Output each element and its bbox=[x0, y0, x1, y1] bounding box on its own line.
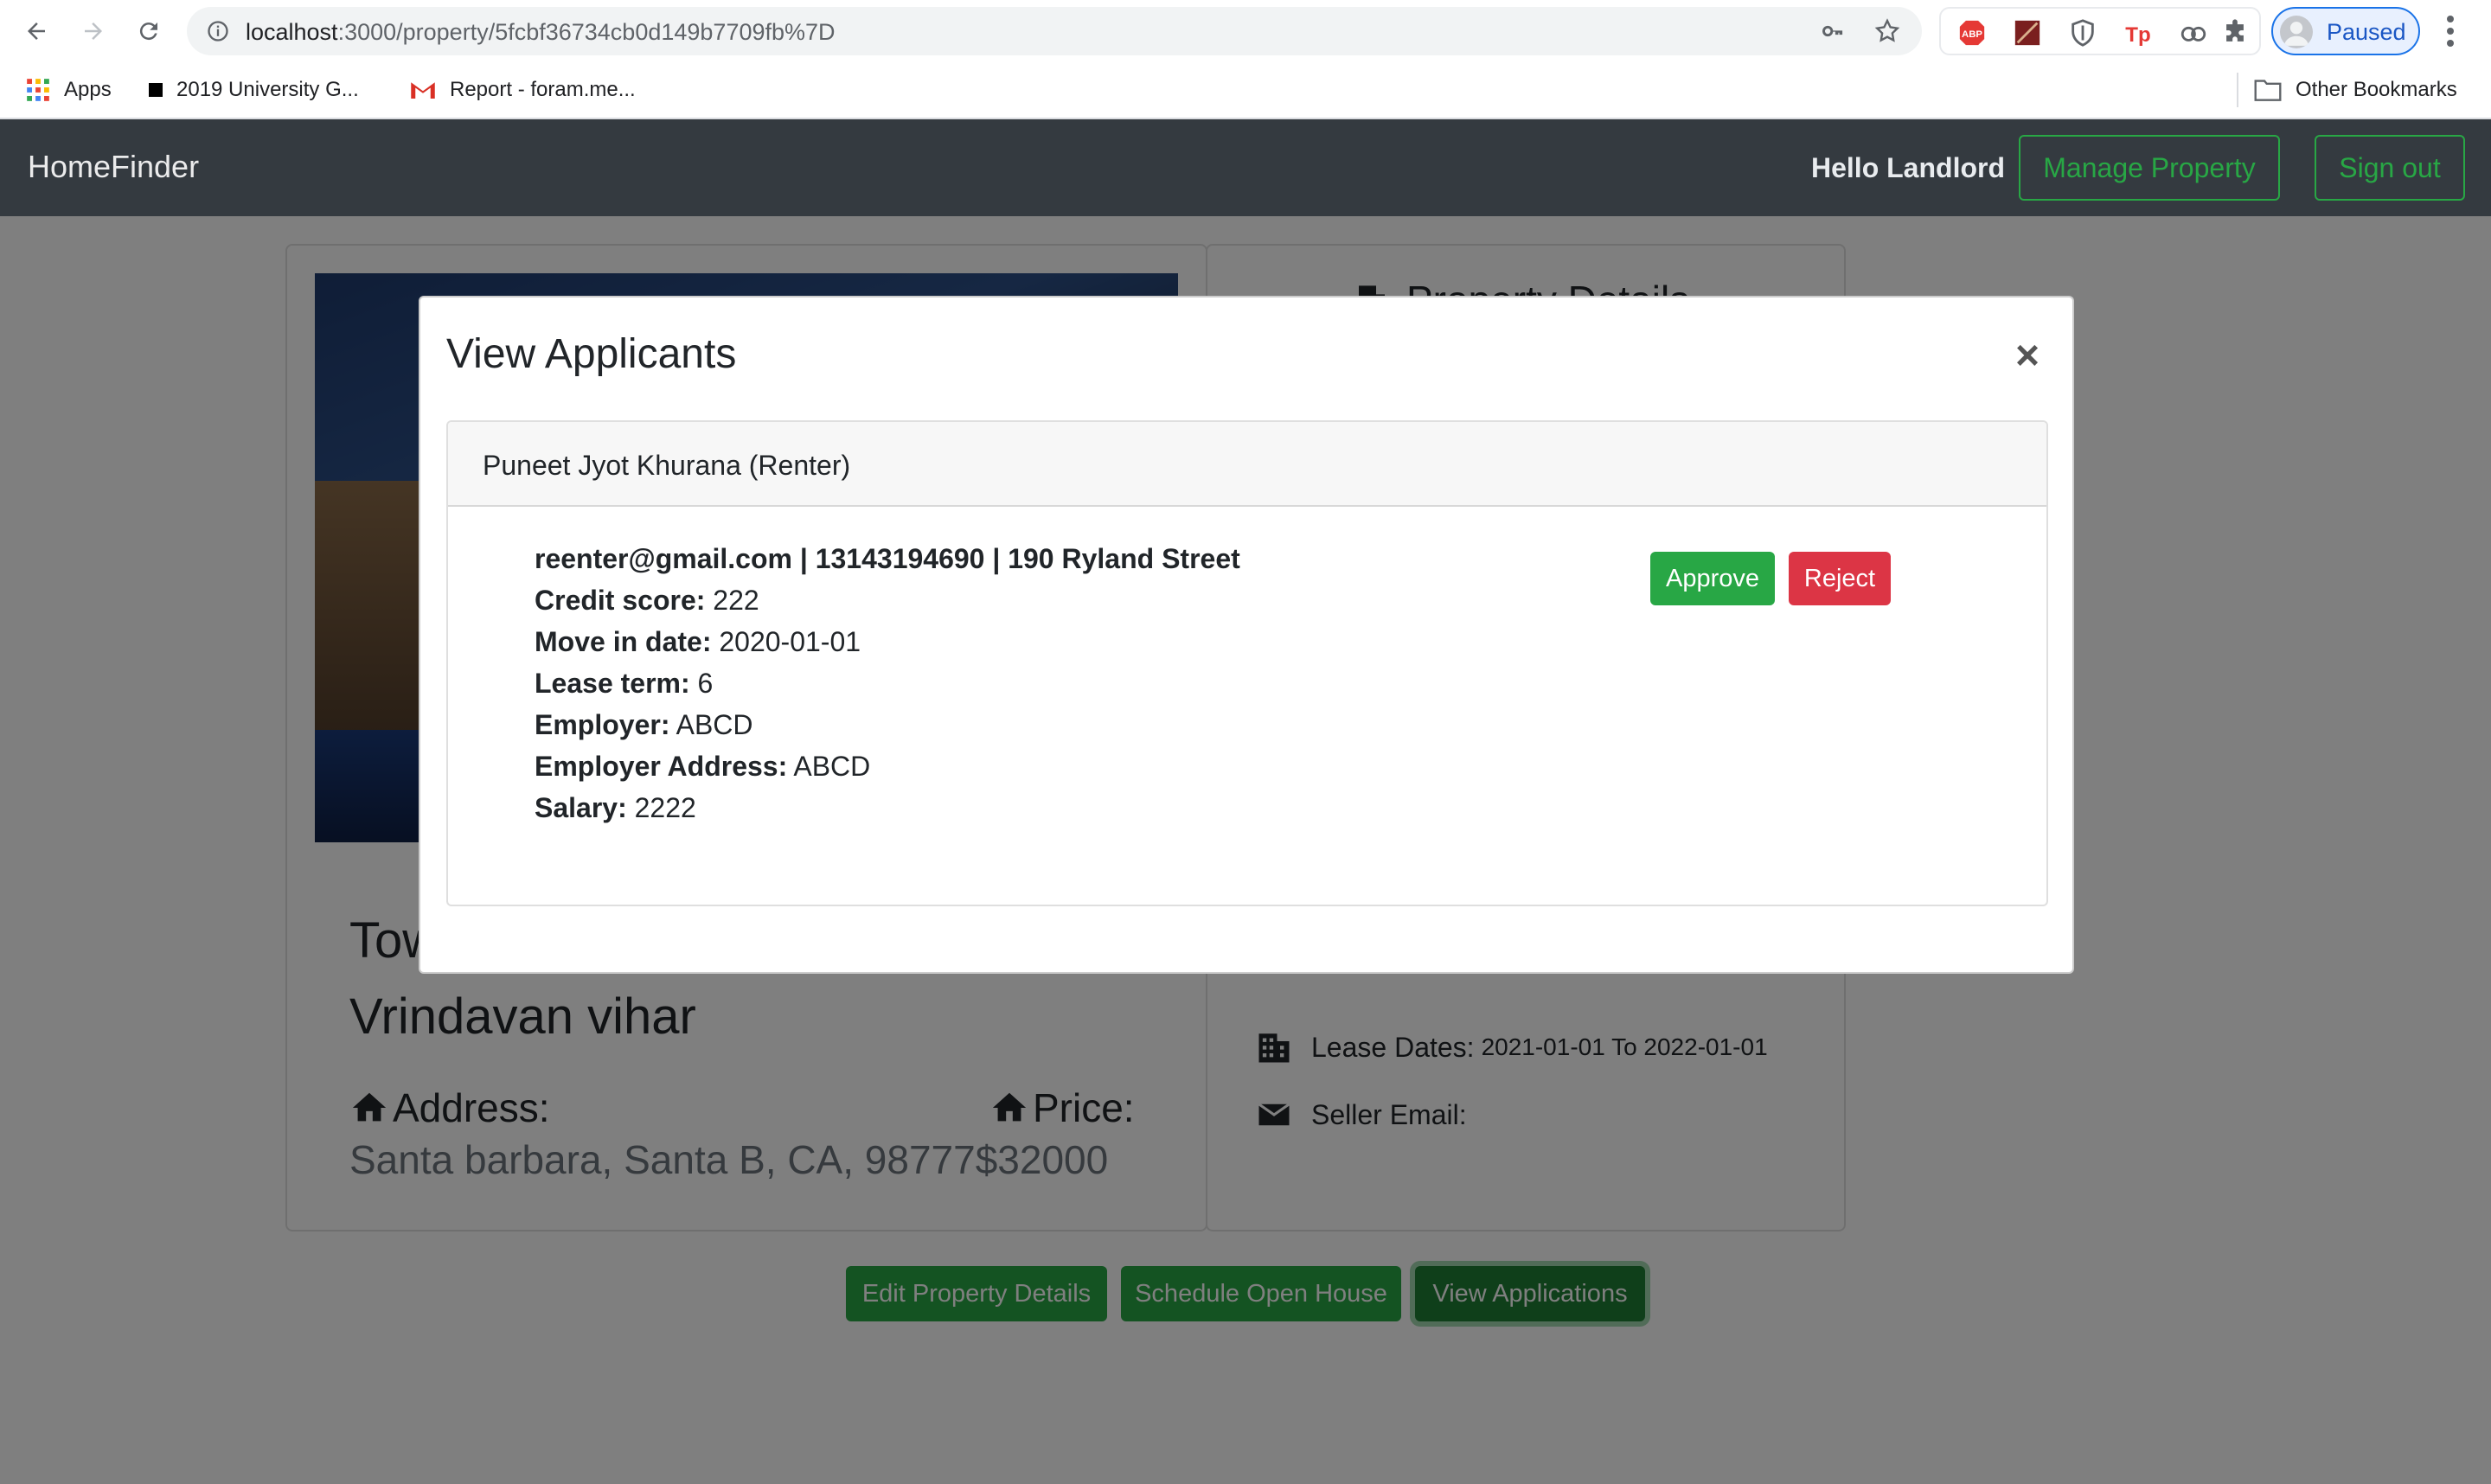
bookmark-university[interactable]: 2019 University G... bbox=[149, 74, 359, 106]
bookmark-report[interactable]: Report - foram.me... bbox=[410, 74, 636, 106]
field-label: Salary: bbox=[535, 792, 627, 823]
url-host: localhost bbox=[246, 19, 338, 45]
sign-out-button[interactable]: Sign out bbox=[2315, 135, 2465, 201]
field-label: Move in date: bbox=[535, 626, 712, 657]
applicant-header: Puneet Jyot Khurana (Renter) bbox=[448, 422, 2046, 507]
profile-label: Paused bbox=[2327, 19, 2406, 45]
bookmark-label: 2019 University G... bbox=[176, 78, 359, 101]
gmail-icon bbox=[411, 82, 435, 99]
more-menu-icon[interactable] bbox=[2444, 14, 2456, 53]
close-icon[interactable]: × bbox=[2015, 336, 2040, 377]
bookmark-label: Report - foram.me... bbox=[450, 78, 636, 101]
key-icon[interactable] bbox=[1820, 19, 1846, 48]
adblock-icon[interactable]: ABP bbox=[1956, 17, 1988, 48]
reject-button[interactable]: Reject bbox=[1789, 552, 1891, 605]
field-value: 2222 bbox=[634, 792, 696, 823]
field-value: ABCD bbox=[676, 709, 753, 740]
applicant-name: Puneet Jyot Khurana (Renter) bbox=[483, 450, 851, 481]
puzzle-icon[interactable] bbox=[2219, 17, 2251, 48]
folder-icon bbox=[2254, 80, 2282, 101]
field-value: ABCD bbox=[793, 751, 871, 782]
bookmark-favicon-icon bbox=[149, 83, 163, 97]
bookmarks-bar: Apps 2019 University G... Report - foram… bbox=[0, 62, 2491, 119]
bookmark-star-icon[interactable] bbox=[1873, 17, 1901, 49]
field-label: Credit score: bbox=[535, 585, 706, 616]
forward-icon[interactable] bbox=[74, 12, 112, 50]
salary-row: Salary: 2222 bbox=[535, 792, 696, 824]
applicant-contact: reenter@gmail.com | 13143194690 | 190 Ry… bbox=[535, 543, 1240, 574]
manage-property-button[interactable]: Manage Property bbox=[2019, 135, 2280, 201]
employer-address-row: Employer Address: ABCD bbox=[535, 751, 870, 783]
field-label: Lease term: bbox=[535, 668, 690, 699]
bookmark-label: Apps bbox=[64, 78, 112, 101]
field-value: 6 bbox=[697, 668, 714, 699]
svg-text:Tp: Tp bbox=[2125, 23, 2150, 47]
field-label: Employer: bbox=[535, 709, 670, 740]
approve-button[interactable]: Approve bbox=[1650, 552, 1775, 605]
field-label: Employer Address: bbox=[535, 751, 788, 782]
tp-icon[interactable]: Tp bbox=[2123, 17, 2154, 48]
site-info-icon[interactable] bbox=[206, 19, 230, 48]
other-bookmarks-label: Other Bookmarks bbox=[2296, 78, 2457, 101]
view-applicants-modal: View Applicants × Puneet Jyot Khurana (R… bbox=[419, 296, 2074, 974]
brand-logo[interactable]: HomeFinder bbox=[28, 149, 199, 185]
other-bookmarks[interactable]: Other Bookmarks bbox=[2254, 74, 2457, 106]
lease-term-row: Lease term: 6 bbox=[535, 668, 713, 700]
url-path: :3000/property/5fcbf36734cb0d149b7709fb%… bbox=[337, 19, 836, 45]
extensions-area: ABP Tp bbox=[1939, 7, 2261, 55]
app-navbar: HomeFinder Hello Landlord Manage Propert… bbox=[0, 119, 2491, 216]
move-in-date-row: Move in date: 2020-01-01 bbox=[535, 626, 861, 658]
svg-text:ABP: ABP bbox=[1962, 29, 1982, 40]
extension-icon[interactable] bbox=[2012, 17, 2043, 48]
bookmarks-divider bbox=[2237, 73, 2238, 107]
bookmark-apps[interactable]: Apps bbox=[26, 74, 112, 106]
modal-title: View Applicants bbox=[446, 331, 737, 377]
greeting-text: Hello Landlord bbox=[1811, 152, 2005, 183]
field-value: 2020-01-01 bbox=[719, 626, 861, 657]
address-bar[interactable]: localhost:3000/property/5fcbf36734cb0d14… bbox=[187, 7, 1922, 55]
employer-row: Employer: ABCD bbox=[535, 709, 753, 741]
apps-grid-icon bbox=[27, 79, 49, 101]
credit-score-row: Credit score: 222 bbox=[535, 585, 759, 617]
back-icon[interactable] bbox=[17, 12, 55, 50]
reload-icon[interactable] bbox=[130, 12, 168, 50]
profile-paused-button[interactable]: Paused bbox=[2271, 7, 2420, 55]
cloud-icon[interactable] bbox=[2178, 17, 2209, 48]
url-text[interactable]: localhost:3000/property/5fcbf36734cb0d14… bbox=[246, 19, 836, 46]
shield-icon[interactable] bbox=[2067, 17, 2098, 48]
applicant-card: Puneet Jyot Khurana (Renter) reenter@gma… bbox=[446, 420, 2048, 906]
field-value: 222 bbox=[713, 585, 759, 616]
browser-toolbar: localhost:3000/property/5fcbf36734cb0d14… bbox=[0, 0, 2491, 62]
avatar bbox=[2280, 16, 2313, 48]
